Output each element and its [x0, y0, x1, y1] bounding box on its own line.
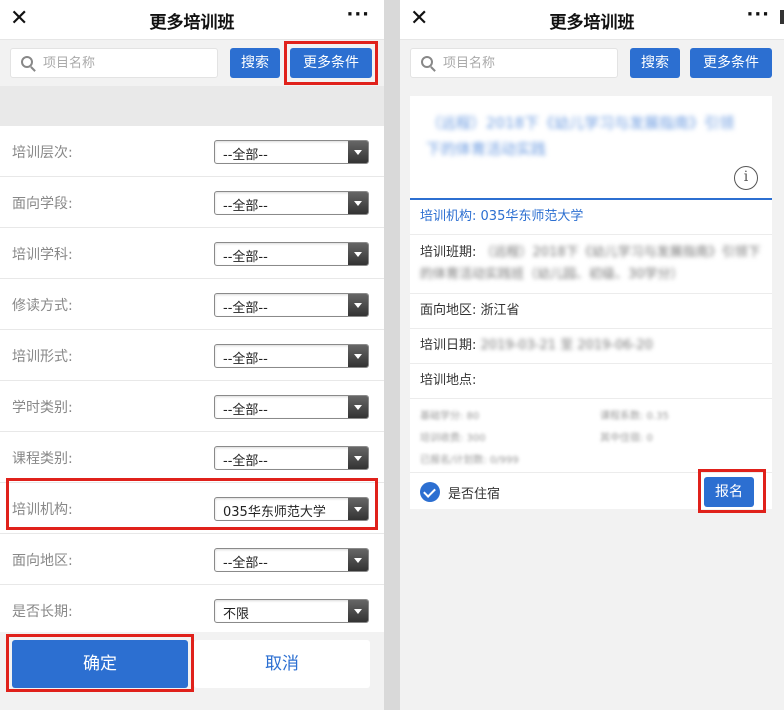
filter-row-subject: 培训学科: --全部--: [0, 228, 384, 279]
stat-fee: 培训收费: 300: [420, 433, 486, 444]
stat-course-coef: 课程系数: 0.35: [600, 411, 669, 422]
highlight-box: [6, 478, 378, 530]
search-bar: 搜索 更多条件: [400, 40, 784, 86]
search-icon: [21, 56, 33, 68]
filter-label: 面向学段:: [12, 196, 73, 212]
chevron-down-icon: [348, 549, 368, 571]
page-title: 更多培训班: [149, 13, 235, 33]
filter-row-course-type: 课程类别: --全部--: [0, 432, 384, 483]
more-conditions-button[interactable]: 更多条件: [690, 48, 772, 78]
select-value: --全部--: [223, 199, 268, 214]
stat-enrolled: 已报名/计划数: 0/999: [420, 455, 519, 466]
filter-panel: ✕ 更多培训班 ··· 搜索 更多条件 培训层次: --全部-- 面向学段: -…: [0, 0, 384, 710]
search-icon: [421, 56, 433, 68]
filter-select[interactable]: 不限: [214, 599, 369, 623]
filter-label: 培训层次:: [12, 145, 73, 161]
cancel-button[interactable]: 取消: [194, 640, 370, 688]
nav-bar: ✕ 更多培训班 ···: [0, 0, 384, 40]
class-label: 培训班期:: [420, 245, 477, 260]
edge-mark: [780, 10, 784, 24]
filter-select[interactable]: --全部--: [214, 344, 369, 368]
action-bar: 确定 取消: [0, 632, 384, 710]
search-input[interactable]: [43, 53, 213, 73]
filter-label: 培训学科:: [12, 247, 73, 263]
filter-row-stage: 面向学段: --全部--: [0, 177, 384, 228]
chevron-down-icon: [348, 345, 368, 367]
nav-bar: ✕ 更多培训班 ···: [400, 0, 784, 40]
filter-select[interactable]: --全部--: [214, 140, 369, 164]
select-value: --全部--: [223, 301, 268, 316]
card-footer: 是否住宿 报名: [410, 469, 772, 513]
chevron-down-icon: [348, 294, 368, 316]
org-label: 培训机构:: [420, 209, 477, 224]
result-panel: ✕ 更多培训班 ··· 搜索 更多条件 （远程）2018下《幼儿学习与发展指南》…: [400, 0, 784, 710]
filter-label: 修读方式:: [12, 298, 73, 314]
filter-select[interactable]: --全部--: [214, 395, 369, 419]
filter-row-region: 面向地区: --全部--: [0, 534, 384, 585]
org-row: 培训机构: 035华东师范大学: [410, 200, 772, 235]
spacer: [0, 86, 384, 126]
training-card[interactable]: （远程）2018下《幼儿学习与发展指南》引领下的体育活动实践 i 培训机构: 0…: [410, 96, 772, 513]
date-label: 培训日期:: [420, 338, 477, 353]
select-value: 不限: [223, 607, 250, 622]
chevron-down-icon: [348, 141, 368, 163]
place-label: 培训地点:: [420, 373, 477, 388]
class-row: 培训班期: （远程）2018下《幼儿学习与发展指南》引领下的体育活动实践班（幼儿…: [410, 235, 772, 294]
date-row: 培训日期: 2019-03-21 至 2019-06-20: [410, 329, 772, 364]
chevron-down-icon: [348, 447, 368, 469]
chevron-down-icon: [348, 396, 368, 418]
select-value: --全部--: [223, 352, 268, 367]
more-menu-icon[interactable]: ···: [746, 4, 770, 25]
stat-credit: 基础学分: 80: [420, 411, 480, 422]
filter-select[interactable]: --全部--: [214, 548, 369, 572]
org-value: 035华东师范大学: [480, 209, 584, 224]
highlight-box: [284, 41, 378, 85]
chevron-down-icon: [348, 243, 368, 265]
filter-row-study-mode: 修读方式: --全部--: [0, 279, 384, 330]
search-bar: 搜索 更多条件: [0, 40, 384, 86]
filter-select[interactable]: --全部--: [214, 191, 369, 215]
stat-lodging: 其中住宿: 0: [600, 433, 653, 444]
filter-select[interactable]: --全部--: [214, 242, 369, 266]
search-input[interactable]: [443, 53, 613, 73]
info-icon[interactable]: i: [734, 166, 758, 190]
page-title: 更多培训班: [549, 13, 635, 33]
place-row: 培训地点:: [410, 364, 772, 399]
filter-label: 培训形式:: [12, 349, 73, 365]
search-box[interactable]: [10, 48, 218, 78]
filter-label: 面向地区:: [12, 553, 73, 569]
select-value: --全部--: [223, 403, 268, 418]
region-value: 浙江省: [480, 303, 520, 318]
filter-label: 是否长期:: [12, 604, 73, 620]
region-label: 面向地区:: [420, 303, 477, 318]
more-menu-icon[interactable]: ···: [346, 4, 370, 25]
filter-row-level: 培训层次: --全部--: [0, 126, 384, 177]
filter-row-long-term: 是否长期: 不限: [0, 585, 384, 636]
filter-row-hour-type: 学时类别: --全部--: [0, 381, 384, 432]
card-header: （远程）2018下《幼儿学习与发展指南》引领下的体育活动实践 i: [410, 96, 772, 200]
filter-label: 学时类别:: [12, 400, 73, 416]
highlight-box: [6, 634, 194, 692]
select-value: --全部--: [223, 556, 268, 571]
divider: [384, 0, 400, 710]
highlight-box: [698, 469, 766, 513]
select-value: --全部--: [223, 250, 268, 265]
card-title[interactable]: （远程）2018下《幼儿学习与发展指南》引领下的体育活动实践: [426, 110, 746, 162]
stay-label: 是否住宿: [448, 487, 501, 502]
filter-row-form: 培训形式: --全部--: [0, 330, 384, 381]
search-button[interactable]: 搜索: [230, 48, 280, 78]
filter-select[interactable]: --全部--: [214, 446, 369, 470]
search-box[interactable]: [410, 48, 618, 78]
search-button[interactable]: 搜索: [630, 48, 680, 78]
chevron-down-icon: [348, 600, 368, 622]
check-circle-icon[interactable]: [420, 482, 440, 502]
date-value: 2019-03-21 至 2019-06-20: [480, 338, 653, 353]
stats-grid: 基础学分: 80 课程系数: 0.35 培训收费: 300 其中住宿: 0 已报…: [410, 399, 772, 473]
region-row: 面向地区: 浙江省: [410, 294, 772, 329]
select-value: --全部--: [223, 454, 268, 469]
select-value: --全部--: [223, 148, 268, 163]
filter-label: 课程类别:: [12, 451, 73, 467]
chevron-down-icon: [348, 192, 368, 214]
filter-select[interactable]: --全部--: [214, 293, 369, 317]
